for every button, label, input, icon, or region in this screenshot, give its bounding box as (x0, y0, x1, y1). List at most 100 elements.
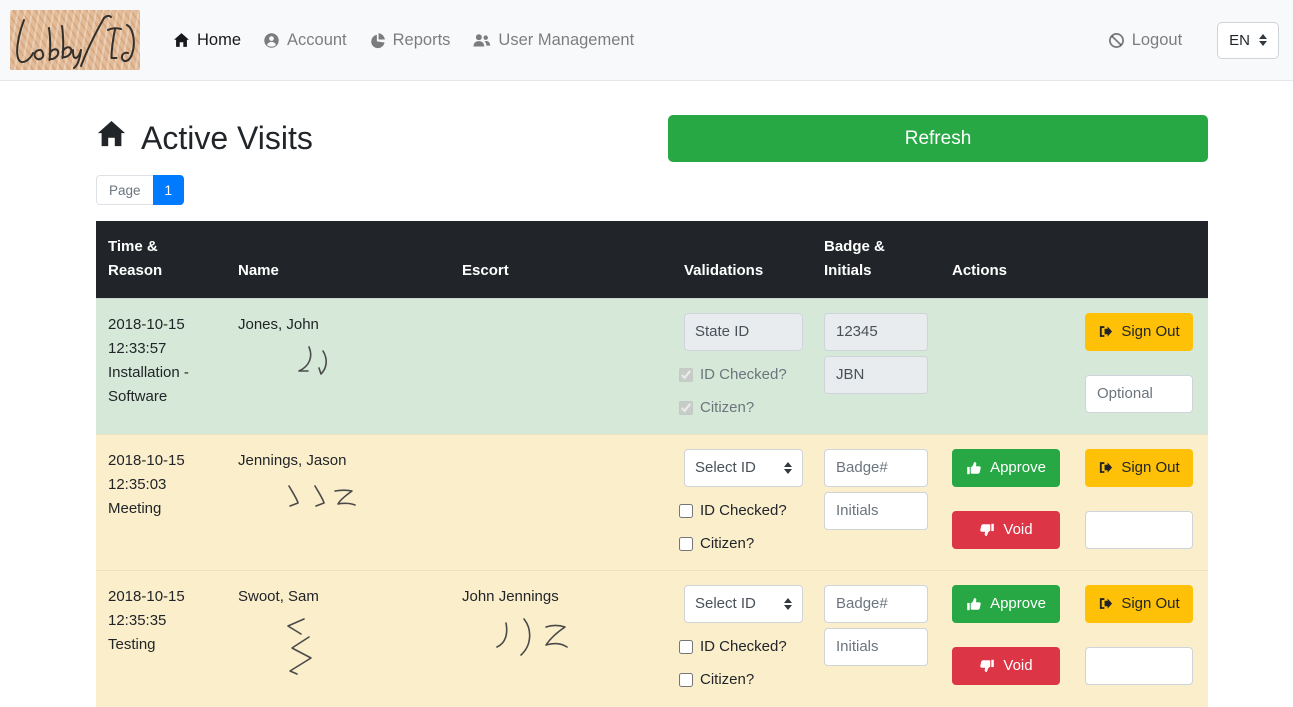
sign-out-button[interactable]: Sign Out (1085, 449, 1193, 487)
id-type-value: Select ID (695, 456, 756, 480)
page-title-text: Active Visits (141, 120, 313, 157)
signout-notes-input[interactable] (1085, 511, 1193, 549)
citizen-label[interactable]: Citizen? (700, 532, 754, 556)
sign-out-button[interactable]: Sign Out (1085, 313, 1193, 351)
user-circle-icon (263, 32, 280, 49)
time-reason-cell: 2018-10-15 12:35:03 Meeting (96, 434, 226, 570)
nav-item-account[interactable]: Account (252, 31, 358, 50)
ban-icon (1108, 32, 1125, 49)
people-group-icon (472, 32, 491, 49)
citizen-checkbox (679, 401, 693, 415)
name-cell: Jennings, Jason (226, 434, 450, 570)
badge-number-input[interactable] (824, 449, 928, 487)
up-down-caret-icon (784, 462, 792, 474)
visitor-name: Jennings, Jason (238, 449, 438, 473)
citizen-label[interactable]: Citizen? (700, 668, 754, 692)
sign-out-icon (1098, 460, 1113, 475)
visitor-signature-drawing (291, 343, 337, 395)
initials-input[interactable] (824, 492, 928, 530)
name-cell: Jones, John (226, 298, 450, 434)
sign-out-button[interactable]: Sign Out (1085, 585, 1193, 623)
approve-button[interactable]: Approve (952, 585, 1060, 623)
badge-initials-cell (812, 570, 940, 707)
sign-out-icon (1098, 596, 1113, 611)
signout-stack: Sign Out (1085, 449, 1193, 549)
approve-void-stack: Approve Void (952, 449, 1060, 549)
page-title: Active Visits (96, 119, 313, 158)
pagination-page-1[interactable]: 1 (153, 175, 185, 205)
validations-cell: Select ID ID Checked? Citizen? (672, 434, 812, 570)
citizen-checkbox[interactable] (679, 673, 693, 687)
id-checked-row: ID Checked? (679, 499, 800, 523)
citizen-checkbox[interactable] (679, 537, 693, 551)
id-checked-row: ID Checked? (679, 635, 800, 659)
visit-time: 12:35:03 (108, 473, 214, 497)
thumbs-up-icon (966, 460, 982, 476)
thumbs-down-icon (979, 522, 995, 538)
visit-reason: Installation - Software (108, 361, 214, 409)
initials-input (824, 356, 928, 394)
id-type-select[interactable]: Select ID (684, 585, 803, 623)
id-checked-row: ID Checked? (679, 363, 800, 387)
approve-button[interactable]: Approve (952, 449, 1060, 487)
navbar: Home Account Reports User Management L (0, 0, 1293, 81)
actions-cell: Approve Void (940, 434, 1208, 570)
nav-item-label: Home (197, 31, 241, 50)
id-checked-label[interactable]: ID Checked? (700, 499, 787, 523)
void-button[interactable]: Void (952, 647, 1060, 685)
id-type-select: State ID (684, 313, 803, 351)
initials-input[interactable] (824, 628, 928, 666)
id-checked-label: ID Checked? (700, 363, 787, 387)
approve-void-stack (952, 313, 1060, 413)
refresh-button[interactable]: Refresh (668, 115, 1208, 162)
escort-cell: John Jennings (450, 570, 672, 707)
approve-label: Approve (990, 459, 1046, 476)
validations-cell: Select ID ID Checked? Citizen? (672, 570, 812, 707)
id-checked-checkbox[interactable] (679, 504, 693, 518)
badge-number-input (824, 313, 928, 351)
visitor-name: Jones, John (238, 313, 438, 337)
sign-out-icon (1098, 324, 1113, 339)
visit-row-jones: 2018-10-15 12:33:57 Installation - Softw… (96, 298, 1208, 434)
citizen-row: Citizen? (679, 532, 800, 556)
nav-item-reports[interactable]: Reports (358, 31, 462, 50)
nav-item-label: User Management (498, 31, 634, 50)
sign-out-label: Sign Out (1121, 323, 1179, 340)
nav-item-label: Reports (393, 31, 451, 50)
id-checked-checkbox[interactable] (679, 640, 693, 654)
pagination-label: Page (96, 175, 154, 205)
app-logo[interactable] (10, 10, 140, 70)
visitor-signature-drawing (283, 479, 378, 529)
nav-item-home[interactable]: Home (162, 31, 252, 50)
badge-number-input[interactable] (824, 585, 928, 623)
logout-link[interactable]: Logout (1097, 31, 1193, 50)
column-header-name: Name (226, 221, 450, 298)
visit-date: 2018-10-15 (108, 585, 214, 609)
citizen-row: Citizen? (679, 396, 800, 420)
escort-name: John Jennings (462, 585, 660, 609)
sign-out-label: Sign Out (1121, 459, 1179, 476)
thumbs-up-icon (966, 596, 982, 612)
visit-row-jennings: 2018-10-15 12:35:03 Meeting Jennings, Ja… (96, 434, 1208, 570)
pagination: Page 1 (96, 175, 184, 205)
id-type-value: Select ID (695, 592, 756, 616)
nav-item-user-management[interactable]: User Management (461, 31, 645, 50)
visit-time: 12:35:35 (108, 609, 214, 633)
badge-initials-cell (812, 298, 940, 434)
void-button[interactable]: Void (952, 511, 1060, 549)
signout-notes-input[interactable] (1085, 647, 1193, 685)
thumbs-down-icon (979, 658, 995, 674)
language-select[interactable]: EN (1217, 22, 1279, 59)
logo-handwriting (10, 10, 140, 70)
id-checked-checkbox (679, 368, 693, 382)
pie-chart-icon (369, 32, 386, 49)
id-type-select[interactable]: Select ID (684, 449, 803, 487)
id-checked-label[interactable]: ID Checked? (700, 635, 787, 659)
name-cell: Swoot, Sam (226, 570, 450, 707)
visit-date: 2018-10-15 (108, 449, 214, 473)
table-header-row: Time & Reason Name Escort Validations Ba… (96, 221, 1208, 298)
home-icon (173, 32, 190, 49)
visit-date: 2018-10-15 (108, 313, 214, 337)
signout-notes-input[interactable] (1085, 375, 1193, 413)
escort-cell (450, 434, 672, 570)
